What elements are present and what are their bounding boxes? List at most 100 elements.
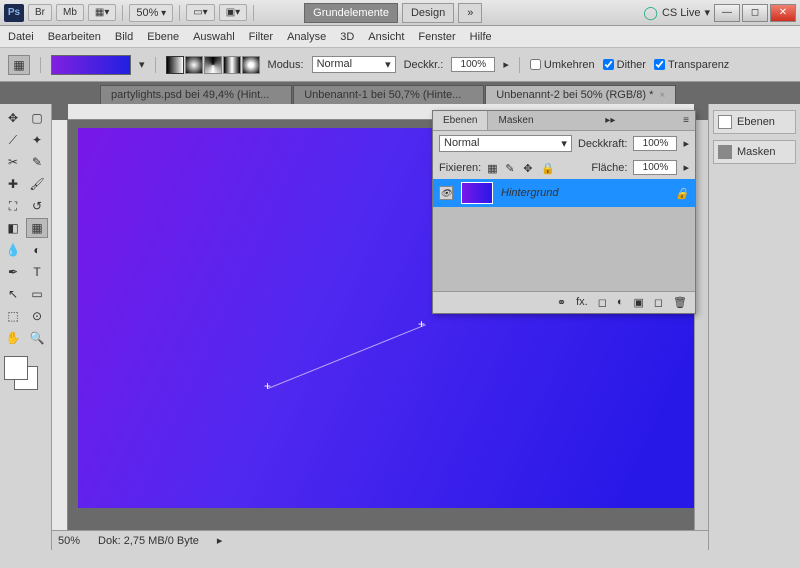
marquee-tool[interactable]: ▢	[26, 108, 48, 128]
fill-flyout-icon[interactable]: ▸	[683, 161, 689, 174]
menu-filter[interactable]: Filter	[249, 31, 273, 43]
cslive-button[interactable]: ◯CS Live ▾	[643, 5, 710, 21]
close-icon[interactable]: ×	[467, 90, 473, 101]
3d-camera-tool[interactable]: ⊙	[26, 306, 48, 326]
doc-tab-2[interactable]: Unbenannt-1 bei 50,7% (Hinte...×	[293, 85, 484, 104]
layer-opacity-input[interactable]: 100%	[633, 136, 677, 151]
hand-tool[interactable]: ✋	[2, 328, 24, 348]
ruler-vertical[interactable]	[52, 120, 68, 530]
status-arrow[interactable]: ▸	[217, 534, 223, 547]
radial-gradient-button[interactable]	[185, 56, 203, 74]
wand-tool[interactable]: ✦	[26, 130, 48, 150]
delete-layer-icon[interactable]: 🗑	[673, 296, 687, 309]
menu-ansicht[interactable]: Ansicht	[368, 31, 404, 43]
dodge-tool[interactable]: ◐	[26, 240, 48, 260]
ebenen-panel-button[interactable]: Ebenen	[713, 110, 796, 134]
close-icon[interactable]: ×	[275, 90, 281, 101]
layer-name[interactable]: Hintergrund	[501, 187, 558, 199]
zoom-tool[interactable]: 🔍	[26, 328, 48, 348]
workspace-grundelemente[interactable]: Grundelemente	[304, 3, 398, 23]
fx-icon[interactable]: fx.	[576, 296, 588, 309]
gradient-end-handle[interactable]: +	[418, 320, 425, 328]
menu-bearbeiten[interactable]: Bearbeiten	[48, 31, 101, 43]
transparency-checkbox[interactable]: Transparenz	[654, 59, 729, 71]
workspace-design[interactable]: Design	[402, 3, 454, 23]
move-tool[interactable]: ✥	[2, 108, 24, 128]
lasso-tool[interactable]: ⟋	[2, 130, 24, 150]
workspace-more[interactable]: »	[458, 3, 482, 23]
masken-panel-button[interactable]: Masken	[713, 140, 796, 164]
layer-blend-select[interactable]: Normal▾	[439, 135, 572, 152]
visibility-toggle[interactable]: 👁	[439, 186, 453, 200]
menu-hilfe[interactable]: Hilfe	[470, 31, 492, 43]
dither-checkbox[interactable]: Dither	[603, 59, 646, 71]
gradient-start-handle[interactable]: +	[264, 382, 271, 390]
gradient-picker[interactable]	[51, 55, 131, 75]
view-extras-button[interactable]: ▦▾	[88, 4, 116, 21]
mask-icon[interactable]: ◻	[598, 296, 607, 309]
doc-tab-3[interactable]: Unbenannt-2 bei 50% (RGB/8) *×	[485, 85, 676, 104]
lock-position-icon[interactable]: ✥	[523, 162, 535, 174]
brush-tool[interactable]: 🖌	[26, 174, 48, 194]
lock-transparency-icon[interactable]: ▦	[487, 162, 499, 174]
diamond-gradient-button[interactable]	[242, 56, 260, 74]
zoom-level-dropdown[interactable]: 50% ▾	[129, 4, 173, 22]
tool-preset-picker[interactable]: ▦	[8, 55, 30, 75]
reverse-checkbox[interactable]: Umkehren	[530, 59, 595, 71]
linear-gradient-button[interactable]	[166, 56, 184, 74]
eyedropper-tool[interactable]: ✎	[26, 152, 48, 172]
menu-analyse[interactable]: Analyse	[287, 31, 326, 43]
fill-opacity-input[interactable]: 100%	[633, 160, 677, 175]
type-tool[interactable]: T	[26, 262, 48, 282]
heal-tool[interactable]: ✚	[2, 174, 24, 194]
lock-pixels-icon[interactable]: ✎	[505, 162, 517, 174]
adjustment-icon[interactable]: ◐	[617, 296, 624, 309]
crop-tool[interactable]: ✂	[2, 152, 24, 172]
tab-masken[interactable]: Masken	[488, 111, 543, 130]
tab-ebenen[interactable]: Ebenen	[433, 111, 488, 130]
pen-tool[interactable]: ✒	[2, 262, 24, 282]
layer-hintergrund[interactable]: 👁 Hintergrund 🔒	[433, 179, 695, 207]
new-layer-icon[interactable]: ◻	[654, 296, 663, 309]
history-brush-tool[interactable]: ↺	[26, 196, 48, 216]
status-zoom[interactable]: 50%	[58, 535, 80, 547]
menu-auswahl[interactable]: Auswahl	[193, 31, 235, 43]
panel-collapse-icon[interactable]: ▸▸	[599, 111, 621, 130]
minibridge-button[interactable]: Mb	[56, 4, 84, 21]
opacity-flyout-icon[interactable]: ▸	[683, 137, 689, 150]
menu-ebene[interactable]: Ebene	[147, 31, 179, 43]
minimize-button[interactable]: —	[714, 4, 740, 22]
3d-tool[interactable]: ⬚	[2, 306, 24, 326]
lock-all-icon[interactable]: 🔒	[541, 162, 553, 174]
path-tool[interactable]: ↖	[2, 284, 24, 304]
menu-datei[interactable]: Datei	[8, 31, 34, 43]
menu-bild[interactable]: Bild	[115, 31, 133, 43]
gradient-tool[interactable]: ▦	[26, 218, 48, 238]
arrange-button[interactable]: ▭▾	[186, 4, 214, 21]
angle-gradient-button[interactable]	[204, 56, 222, 74]
close-icon[interactable]: ×	[659, 90, 665, 101]
status-doc-info[interactable]: Dok: 2,75 MB/0 Byte	[98, 535, 199, 547]
bridge-button[interactable]: Br	[28, 4, 52, 21]
close-button[interactable]: ✕	[770, 4, 796, 22]
stamp-tool[interactable]: ⛶	[2, 196, 24, 216]
layer-thumbnail[interactable]	[461, 182, 493, 204]
menu-fenster[interactable]: Fenster	[418, 31, 455, 43]
eraser-tool[interactable]: ◧	[2, 218, 24, 238]
screenmode-button[interactable]: ▣▾	[219, 4, 247, 21]
panel-menu-icon[interactable]: ≡	[677, 111, 695, 130]
blend-mode-select[interactable]: Normal ▾	[312, 56, 396, 73]
gradient-picker-arrow[interactable]: ▾	[139, 58, 145, 71]
doc-tab-1[interactable]: partylights.psd bei 49,4% (Hint...×	[100, 85, 292, 104]
blur-tool[interactable]: 💧	[2, 240, 24, 260]
group-icon[interactable]: ▣	[633, 296, 643, 309]
scrollbar-vertical[interactable]	[694, 120, 708, 530]
shape-tool[interactable]: ▭	[26, 284, 48, 304]
link-layers-icon[interactable]: ⚭	[557, 296, 566, 309]
opacity-input[interactable]: 100%	[451, 57, 495, 72]
color-swatches[interactable]	[2, 356, 42, 396]
menu-3d[interactable]: 3D	[340, 31, 354, 43]
maximize-button[interactable]: ◻	[742, 4, 768, 22]
opacity-arrow[interactable]: ▸	[503, 58, 509, 71]
foreground-color-swatch[interactable]	[4, 356, 28, 380]
